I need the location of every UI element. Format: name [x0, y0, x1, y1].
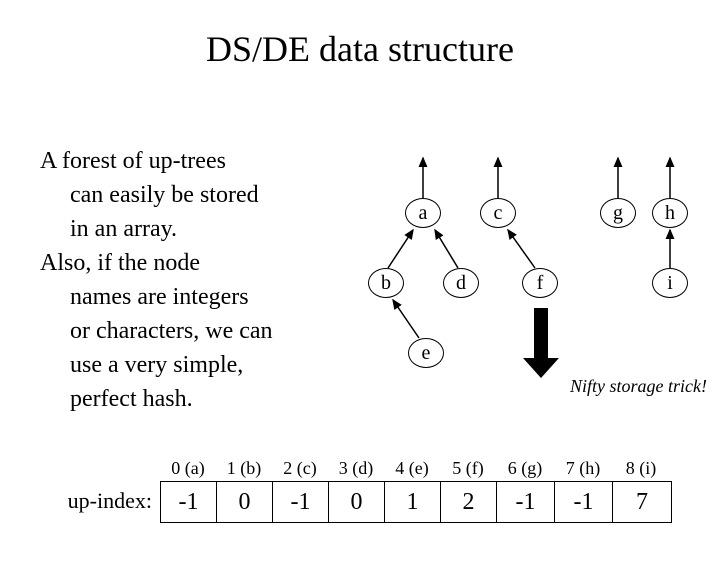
column-header: 8 (i): [612, 458, 670, 479]
node-i: i: [652, 268, 688, 298]
forest-diagram: a c g h b d f i e Nifty storage trick!: [340, 138, 720, 408]
edge-b-a: [388, 230, 413, 268]
thick-arrow-body: [534, 308, 548, 360]
table-cell: 2: [441, 482, 497, 522]
edge-e-b: [393, 300, 419, 338]
edge-f-c: [508, 230, 535, 268]
text-line: Also, if the node: [40, 248, 340, 278]
text-line: use a very simple,: [40, 350, 340, 380]
table-cell: 0: [329, 482, 385, 522]
text-line: perfect hash.: [40, 384, 340, 414]
column-header: 3 (d): [328, 458, 384, 479]
text-line: A forest of up-trees: [40, 146, 340, 176]
edge-d-a: [435, 230, 458, 268]
column-header: 5 (f): [440, 458, 496, 479]
column-header: 6 (g): [496, 458, 554, 479]
table-cell: 1: [385, 482, 441, 522]
body-text: A forest of up-trees can easily be store…: [40, 146, 340, 418]
table-cell: 0: [217, 482, 273, 522]
column-header: 0 (a): [160, 458, 216, 479]
text-line: or characters, we can: [40, 316, 340, 346]
node-e: e: [408, 338, 444, 368]
column-header: 2 (c): [272, 458, 328, 479]
column-header: 1 (b): [216, 458, 272, 479]
node-g: g: [600, 198, 636, 228]
row-label: up-index:: [30, 481, 160, 523]
text-line: names are integers: [40, 282, 340, 312]
node-h: h: [652, 198, 688, 228]
cells-row: -10-1012-1-17: [160, 481, 672, 523]
table-cell: -1: [273, 482, 329, 522]
node-d: d: [443, 268, 479, 298]
node-f: f: [522, 268, 558, 298]
page-title: DS/DE data structure: [0, 28, 720, 70]
table-cell: 7: [613, 482, 671, 522]
node-c: c: [480, 198, 516, 228]
table-cell: -1: [497, 482, 555, 522]
table-cell: -1: [161, 482, 217, 522]
node-a: a: [405, 198, 441, 228]
up-index-table: 0 (a)1 (b)2 (c)3 (d)4 (e)5 (f)6 (g)7 (h)…: [30, 458, 700, 523]
thick-arrow-head-icon: [523, 358, 559, 378]
column-header: 4 (e): [384, 458, 440, 479]
table-cell: -1: [555, 482, 613, 522]
nifty-caption: Nifty storage trick!: [570, 376, 707, 397]
column-headers: 0 (a)1 (b)2 (c)3 (d)4 (e)5 (f)6 (g)7 (h)…: [160, 458, 700, 479]
column-header: 7 (h): [554, 458, 612, 479]
node-b: b: [368, 268, 404, 298]
text-line: in an array.: [40, 214, 340, 244]
text-line: can easily be stored: [40, 180, 340, 210]
